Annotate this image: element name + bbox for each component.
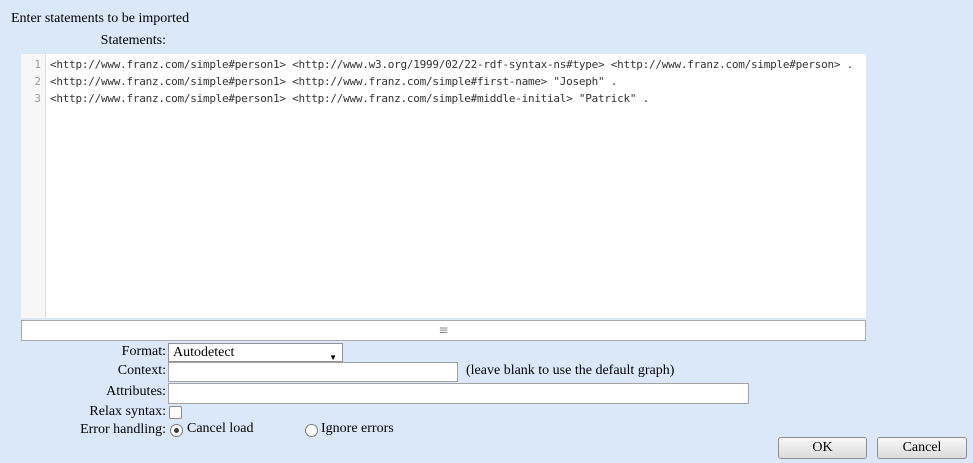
ok-button[interactable]: OK: [778, 437, 867, 459]
statements-editor[interactable]: 1 2 3 <http://www.franz.com/simple#perso…: [21, 54, 866, 318]
code-line[interactable]: <http://www.franz.com/simple#person1> <h…: [50, 90, 866, 107]
statements-label: Statements:: [0, 33, 166, 49]
attributes-label: Attributes:: [0, 384, 166, 400]
error-handling-label: Error handling:: [0, 422, 166, 438]
cancel-load-radio[interactable]: [170, 424, 183, 437]
editor-line-number-gutter: 1 2 3: [21, 54, 46, 318]
line-number: 1: [21, 56, 45, 73]
ignore-errors-radio-label[interactable]: Ignore errors: [321, 421, 394, 437]
line-number: 2: [21, 73, 45, 90]
code-line[interactable]: <http://www.franz.com/simple#person1> <h…: [50, 56, 866, 73]
relax-syntax-checkbox[interactable]: [169, 406, 182, 419]
context-input[interactable]: [168, 362, 458, 382]
resize-grip-icon: ≡: [438, 321, 448, 340]
format-selected-value: Autodetect: [173, 345, 234, 360]
code-line[interactable]: <http://www.franz.com/simple#person1> <h…: [50, 73, 866, 90]
relax-syntax-label: Relax syntax:: [0, 404, 166, 420]
context-label: Context:: [0, 363, 166, 379]
context-hint: (leave blank to use the default graph): [466, 363, 674, 379]
cancel-load-radio-label[interactable]: Cancel load: [187, 421, 253, 437]
page-title: Enter statements to be imported: [11, 11, 189, 27]
cancel-button[interactable]: Cancel: [877, 437, 967, 459]
format-select[interactable]: Autodetect ▼: [168, 343, 343, 362]
attributes-input[interactable]: [168, 383, 749, 404]
ignore-errors-radio[interactable]: [305, 424, 318, 437]
line-number: 3: [21, 90, 45, 107]
editor-code-area[interactable]: <http://www.franz.com/simple#person1> <h…: [46, 54, 866, 318]
editor-resize-handle[interactable]: ≡: [21, 320, 866, 341]
import-statements-page: Enter statements to be imported Statemen…: [0, 0, 973, 463]
format-label: Format:: [0, 344, 166, 360]
